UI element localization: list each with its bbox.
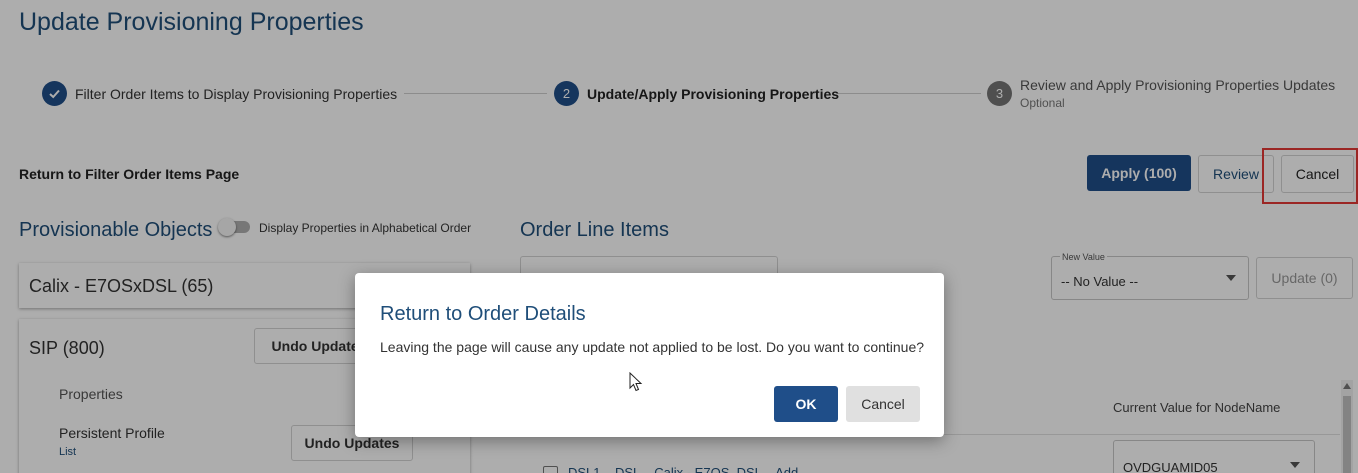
dialog-cancel-button[interactable]: Cancel bbox=[846, 386, 920, 422]
mouse-cursor-icon bbox=[629, 371, 643, 397]
ok-button[interactable]: OK bbox=[774, 386, 838, 422]
confirm-dialog: Return to Order Details Leaving the page… bbox=[355, 273, 944, 437]
dialog-message: Leaving the page will cause any update n… bbox=[380, 339, 925, 355]
dialog-title: Return to Order Details bbox=[380, 303, 586, 325]
